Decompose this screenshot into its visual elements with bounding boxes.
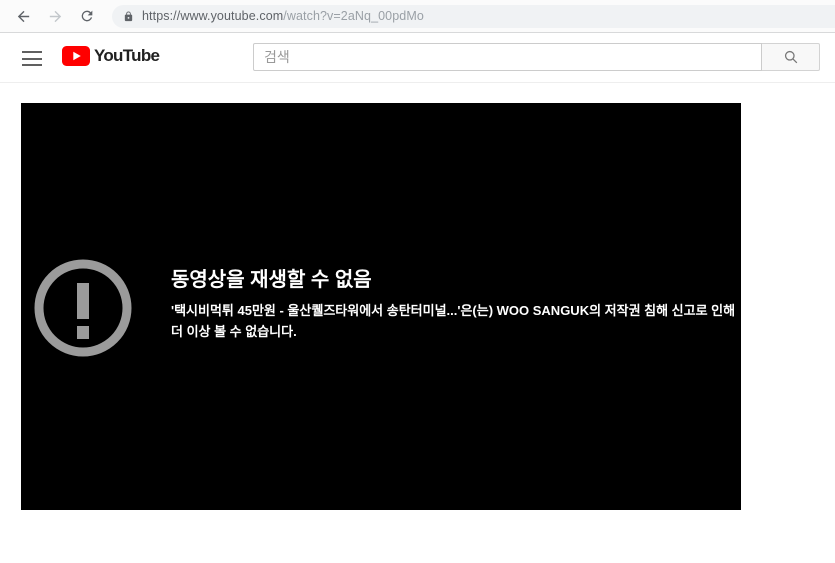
url-bar[interactable]: https://www.youtube.com/watch?v=2aNq_00p… (112, 5, 835, 28)
url-host: https://www.youtube.com (142, 9, 283, 23)
forward-arrow-icon (47, 8, 64, 25)
url-path: /watch?v=2aNq_00pdMo (283, 9, 424, 23)
search-button[interactable] (762, 43, 820, 71)
search-icon (783, 49, 799, 65)
reload-button[interactable] (74, 3, 100, 29)
youtube-header: YouTube (0, 33, 835, 83)
search-input[interactable] (253, 43, 762, 71)
back-arrow-icon (15, 8, 32, 25)
error-message: '택시비먹튀 45만원 - 울산퀠즈타워에서 송탄터미널...'은(는) WOO… (171, 300, 737, 342)
video-player: 동영상을 재생할 수 없음 '택시비먹튀 45만원 - 울산퀠즈타워에서 송탄터… (21, 103, 741, 510)
youtube-wordmark: YouTube (94, 46, 159, 66)
back-button[interactable] (10, 3, 36, 29)
url-text: https://www.youtube.com/watch?v=2aNq_00p… (142, 9, 424, 23)
hamburger-menu-icon[interactable] (22, 51, 42, 66)
browser-toolbar: https://www.youtube.com/watch?v=2aNq_00p… (0, 0, 835, 33)
lock-icon (123, 10, 134, 23)
forward-button[interactable] (42, 3, 68, 29)
youtube-logo[interactable]: YouTube (62, 46, 159, 66)
player-error-text: 동영상을 재생할 수 없음 '택시비먹튀 45만원 - 울산퀠즈타워에서 송탄터… (171, 266, 737, 342)
exclamation-circle-icon (33, 258, 133, 358)
youtube-play-icon (62, 46, 90, 66)
reload-icon (79, 8, 95, 24)
error-title: 동영상을 재생할 수 없음 (171, 266, 737, 294)
